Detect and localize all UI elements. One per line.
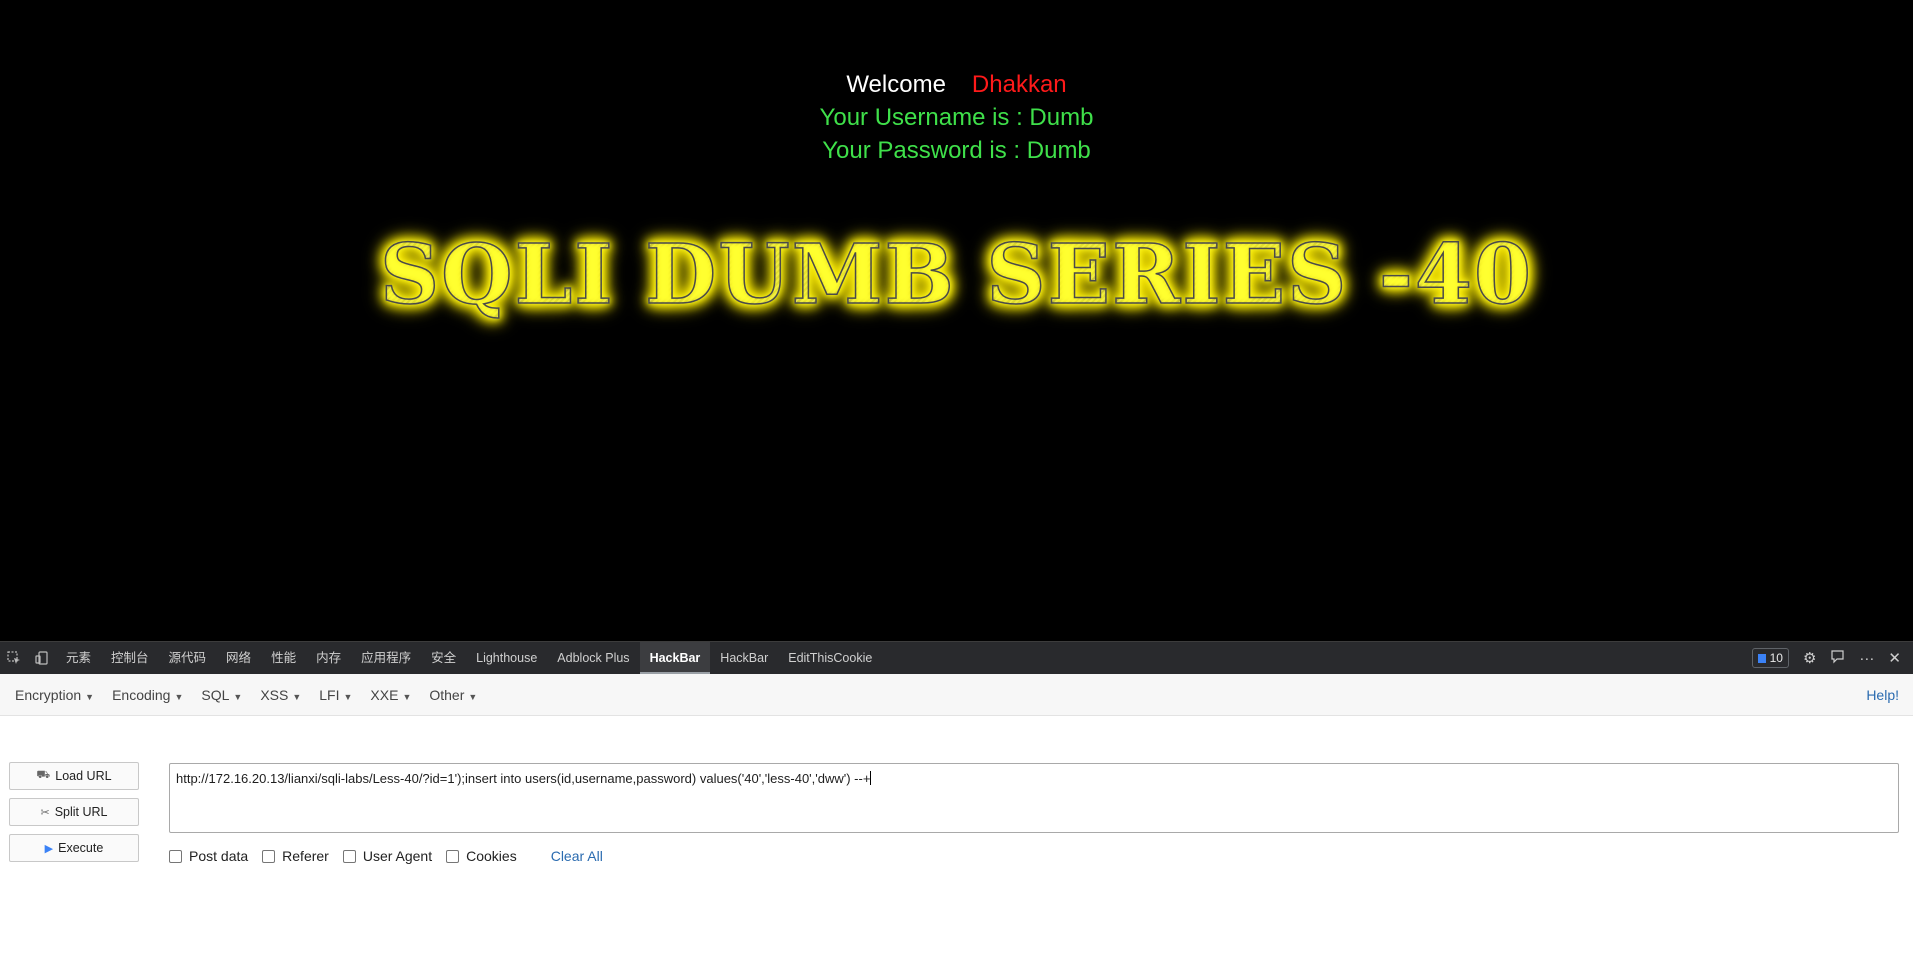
menu-label: XSS xyxy=(260,686,289,703)
post-data-option[interactable]: Post data xyxy=(169,848,248,864)
execute-button[interactable]: ▶ Execute xyxy=(9,834,139,862)
user-agent-checkbox[interactable] xyxy=(342,849,356,863)
caret-down-icon: ▼ xyxy=(85,691,95,702)
scissors-icon: ✂ xyxy=(40,806,50,819)
devtools-tab-7[interactable]: 安全 xyxy=(421,642,466,674)
post-data-checkbox[interactable] xyxy=(169,849,182,863)
devtools-tab-strip: 元素 控制台 源代码 网络 性能 内存 应用程序 安全 Lighthouse Adblock Pl… xyxy=(0,641,1913,674)
close-devtools-icon[interactable]: ✕ xyxy=(1888,651,1901,666)
devtools-tab-8[interactable]: Lighthouse xyxy=(466,642,547,674)
url-textarea[interactable]: http://172.16.20.13/lianxi/sqli-labs/Les… xyxy=(169,763,1899,833)
split-url-label: Split URL xyxy=(54,805,108,819)
hackbar-menu-bar: Encryption ▼ Encoding ▼ SQL ▼ XSS ▼ LFI ▼ XXE ▼ Othe… xyxy=(0,674,1913,716)
clear-all-link[interactable]: Clear All xyxy=(551,848,603,864)
welcome-block: Welcome Dhakkan Your Username is : Dumb Y… xyxy=(0,68,1913,167)
user-agent-option[interactable]: User Agent xyxy=(342,848,433,864)
caret-down-icon: ▼ xyxy=(233,691,243,702)
settings-gear-icon[interactable]: ⚙ xyxy=(1803,651,1816,666)
hackbar-body: ⛟ Load URL ✂ Split URL ▶ Execute http://… xyxy=(0,716,1913,974)
caret-down-icon: ▼ xyxy=(402,691,412,702)
feedback-icon[interactable] xyxy=(1830,649,1845,667)
devtools-tab-9[interactable]: Adblock Plus xyxy=(547,642,639,674)
load-url-icon: ⛟ xyxy=(36,769,51,781)
devtools-tab-12[interactable]: EditThisCookie xyxy=(778,642,882,674)
load-url-label: Load URL xyxy=(55,769,112,783)
menu-label: Encoding xyxy=(112,686,171,703)
more-options-icon[interactable]: ··· xyxy=(1859,651,1874,666)
menu-label: SQL xyxy=(201,686,230,703)
device-toolbar-icon[interactable] xyxy=(28,642,56,674)
menu-encryption[interactable]: Encryption ▼ xyxy=(6,687,103,703)
menu-xxe[interactable]: XXE ▼ xyxy=(361,687,420,703)
load-url-button[interactable]: ⛟ Load URL xyxy=(9,762,139,790)
help-link[interactable]: Help! xyxy=(1866,687,1899,703)
hackbar-buttons: ⛟ Load URL ✂ Split URL ▶ Execute xyxy=(9,762,139,870)
menu-xss[interactable]: XSS ▼ xyxy=(251,687,310,703)
menu-label: Other xyxy=(429,686,465,703)
user-agent-label: User Agent xyxy=(362,848,433,864)
cookies-label: Cookies xyxy=(466,848,517,864)
caret-down-icon: ▼ xyxy=(174,691,184,702)
cookies-option[interactable]: Cookies xyxy=(446,848,517,864)
devtools-tab-1[interactable]: 控制台 xyxy=(101,642,159,674)
caret-down-icon: ▼ xyxy=(468,691,478,702)
devtools-tab-6[interactable]: 应用程序 xyxy=(351,642,421,674)
menu-label: XXE xyxy=(370,686,399,703)
caret-down-icon: ▼ xyxy=(343,691,353,702)
menu-sql[interactable]: SQL ▼ xyxy=(192,687,251,703)
split-url-button[interactable]: ✂ Split URL xyxy=(9,798,139,826)
issues-badge[interactable]: 10 xyxy=(1751,648,1789,668)
devtools-tab-3[interactable]: 网络 xyxy=(216,642,261,674)
welcome-line: Welcome Dhakkan xyxy=(0,68,1913,101)
page-viewport: Welcome Dhakkan Your Username is : Dumb Y… xyxy=(0,0,1913,641)
menu-lfi[interactable]: LFI ▼ xyxy=(310,687,361,703)
devtools-tab-4[interactable]: 性能 xyxy=(261,642,306,674)
devtools-tab-11[interactable]: HackBar xyxy=(710,642,778,674)
devtools-tab-0[interactable]: 元素 xyxy=(56,642,101,674)
issues-count: 10 xyxy=(1769,651,1783,665)
inspect-element-icon[interactable] xyxy=(0,642,28,674)
referer-option[interactable]: Referer xyxy=(262,848,329,864)
caret-down-icon: ▼ xyxy=(292,691,302,702)
text-cursor xyxy=(870,771,872,785)
welcome-user: Dhakkan xyxy=(971,71,1067,98)
post-data-label: Post data xyxy=(189,848,249,864)
hackbar-panel: Encryption ▼ Encoding ▼ SQL ▼ XSS ▼ LFI ▼ XXE ▼ Othe… xyxy=(0,674,1913,975)
series-banner: SQLI DUMB SERIES -40 xyxy=(0,225,1913,325)
username-line: Your Username is : Dumb xyxy=(819,104,1094,131)
menu-other[interactable]: Other ▼ xyxy=(420,687,486,703)
devtools-tab-5[interactable]: 内存 xyxy=(306,642,351,674)
play-icon: ▶ xyxy=(44,842,54,855)
welcome-text: Welcome xyxy=(846,71,946,98)
referer-label: Referer xyxy=(282,848,329,864)
menu-label: Encryption xyxy=(15,686,82,703)
menu-label: LFI xyxy=(319,686,340,703)
referer-checkbox[interactable] xyxy=(262,849,276,863)
password-line: Your Password is : Dumb xyxy=(822,137,1091,164)
issues-flag-icon xyxy=(1757,653,1766,663)
cookies-checkbox[interactable] xyxy=(446,849,460,863)
execute-label: Execute xyxy=(58,841,104,855)
devtools-tab-10[interactable]: HackBar xyxy=(639,642,711,674)
hackbar-options: Post data Referer User Agent Cookies Cle… xyxy=(169,848,603,864)
url-text: http://172.16.20.13/lianxi/sqli-labs/Les… xyxy=(176,771,871,786)
menu-encoding[interactable]: Encoding ▼ xyxy=(103,687,192,703)
devtools-tab-2[interactable]: 源代码 xyxy=(159,642,217,674)
